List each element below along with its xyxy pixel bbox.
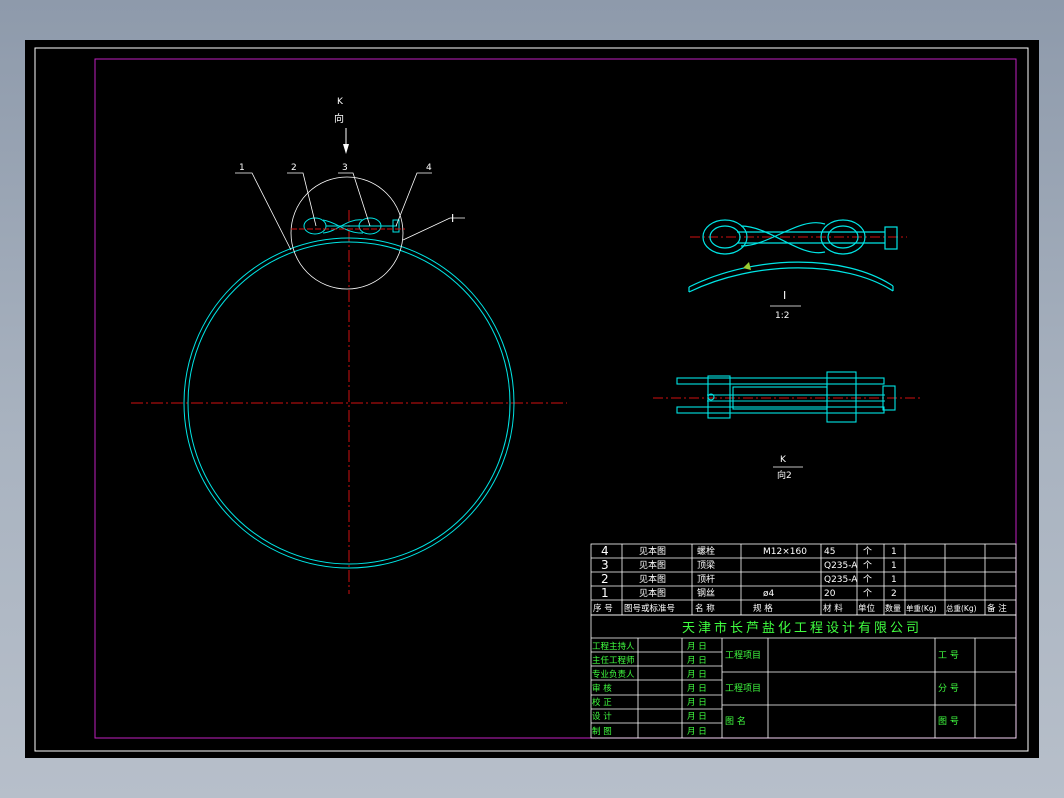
bom-header-single-weight: 单重(Kg) (906, 603, 937, 613)
bom-spec: ø4 (763, 589, 775, 599)
bom-drawing: 见本图 (639, 559, 666, 571)
role-label: 审 核 (592, 683, 612, 694)
work-no-label: 工 号 (938, 650, 959, 661)
bom-spec: M12×160 (763, 547, 807, 557)
date-label: 月 日 (687, 642, 707, 652)
bom-header-qty: 数量 (885, 603, 901, 613)
role-label: 工程主持人 (592, 641, 635, 652)
drawing-name-label: 图 名 (725, 715, 746, 727)
bom-seq: 3 (601, 558, 609, 572)
bom-row: 3 见本图 顶梁 Q235-A 个 1 (601, 558, 897, 572)
date-label: 月 日 (687, 712, 707, 722)
date-label: 月 日 (687, 727, 707, 737)
bom-seq: 2 (601, 572, 609, 586)
detail-marker: I (451, 212, 454, 225)
company-name: 天津市长芦盐化工程设计有限公司 (682, 620, 922, 636)
title-block: 天津市长芦盐化工程设计有限公司 工程主持人 主任工程师 专业负责人 审 核 校 … (590, 614, 1017, 739)
role-label: 专业负责人 (592, 669, 635, 680)
bom-seq: 4 (601, 544, 609, 558)
bom-name: 顶杆 (697, 573, 715, 585)
bom-drawing: 见本图 (639, 573, 666, 585)
bom-material: Q235-A (824, 575, 858, 585)
bom-qty: 2 (891, 589, 897, 599)
drawing-canvas: K 向 1 2 3 4 I I 1:2 K 向2 4 见本图 螺栓 M12×16… (25, 40, 1039, 758)
bom-row: 2 见本图 顶杆 Q235-A 个 1 (601, 572, 897, 586)
date-label: 月 日 (687, 698, 707, 708)
detail-view-scale: 1:2 (775, 311, 789, 321)
bom-header-remark: 备 注 (987, 603, 1007, 614)
role-label: 设 计 (592, 711, 612, 722)
date-label: 月 日 (687, 670, 707, 680)
k-arrow-word: 向 (334, 112, 344, 125)
bom-header-name: 名 称 (695, 603, 715, 614)
bom-name: 钢丝 (697, 587, 715, 599)
bom-header-spec: 规 格 (753, 603, 773, 614)
k-view-name: K (780, 455, 787, 465)
bom-name: 顶梁 (697, 559, 715, 571)
bom-header-seq: 序 号 (593, 603, 613, 614)
k-view: K 向2 (653, 371, 920, 481)
project-label-2: 工程项目 (725, 683, 761, 694)
bom-drawing: 见本图 (639, 545, 666, 557)
date-label: 月 日 (687, 684, 707, 694)
bom-qty: 1 (891, 547, 897, 557)
bom-header: 序 号 图号或标准号 名 称 规 格 材 料 单位 数量 单重(Kg) 总重(K… (593, 603, 1007, 614)
detail-view: I 1:2 (688, 219, 907, 321)
bom-header-material: 材 料 (823, 603, 843, 614)
bom-seq: 1 (601, 586, 609, 600)
balloon-2: 2 (291, 163, 297, 173)
date-label: 月 日 (687, 656, 707, 666)
role-label: 制 图 (592, 726, 612, 737)
bom-unit: 个 (863, 574, 872, 585)
bom-unit: 个 (863, 560, 872, 571)
role-label: 主任工程师 (592, 655, 635, 666)
project-label-1: 工程项目 (725, 650, 761, 661)
detail-view-name: I (783, 289, 786, 302)
bom-name: 螺栓 (697, 545, 715, 557)
balloon-1: 1 (239, 163, 245, 173)
bom-material: 20 (824, 589, 836, 599)
bom-qty: 1 (891, 575, 897, 585)
bom-material: 45 (824, 547, 835, 557)
cad-drawing: K 向 1 2 3 4 I I 1:2 K 向2 4 见本图 螺栓 M12×16… (34, 47, 1029, 752)
bom-drawing: 见本图 (639, 587, 666, 599)
clamp-assembly (291, 217, 405, 235)
balloon-3: 3 (342, 163, 348, 173)
bom-material: Q235-A (824, 561, 858, 571)
balloon-4: 4 (426, 163, 432, 173)
bom-row: 4 见本图 螺栓 M12×160 45 个 1 (601, 544, 897, 558)
bom-qty: 1 (891, 561, 897, 571)
bom-header-total-weight: 总重(Kg) (946, 603, 977, 613)
sub-no-label: 分 号 (938, 683, 959, 694)
main-view: K 向 1 2 3 4 I (131, 97, 567, 594)
bom-row: 1 见本图 钢丝 ø4 20 个 2 (601, 586, 897, 600)
drawing-no-label: 图 号 (938, 716, 959, 727)
bom-unit: 个 (863, 546, 872, 557)
role-label: 校 正 (592, 697, 612, 708)
k-arrow-letter: K (337, 97, 344, 107)
bom-header-drawing: 图号或标准号 (624, 603, 675, 614)
bom-header-unit: 单位 (858, 603, 876, 614)
bom-unit: 个 (863, 588, 872, 599)
k-arrow-head (343, 144, 349, 154)
k-view-caption: 向2 (777, 469, 792, 481)
